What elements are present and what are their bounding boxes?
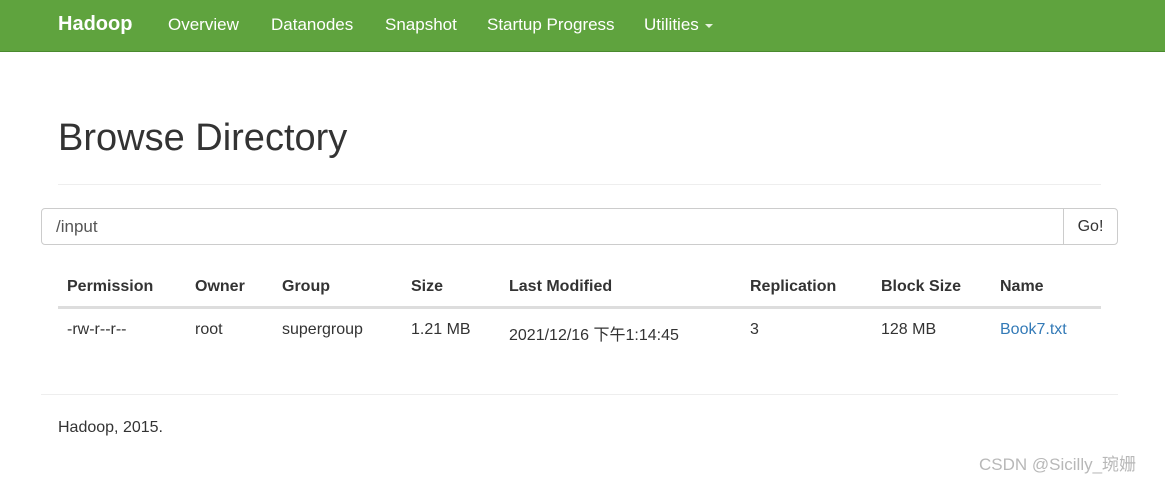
column-header-size[interactable]: Size	[411, 278, 443, 296]
nav-item-utilities[interactable]: Utilities	[644, 15, 713, 35]
chevron-down-icon	[704, 23, 713, 28]
cell-block-size: 128 MB	[881, 321, 937, 338]
nav-item-startup-progress[interactable]: Startup Progress	[487, 15, 615, 35]
cell-replication: 3	[750, 321, 759, 338]
column-header-group[interactable]: Group	[282, 278, 330, 296]
cell-size: 1.21 MB	[411, 321, 471, 338]
footer-text: Hadoop, 2015.	[58, 419, 163, 436]
watermark: CSDN @Sicilly_琬姗	[979, 455, 1137, 474]
cell-permission: -rw-r--r--	[67, 321, 127, 338]
cell-group: supergroup	[282, 321, 363, 338]
footer-divider	[41, 394, 1118, 395]
column-header-block-size[interactable]: Block Size	[881, 278, 961, 296]
table-header-divider	[58, 306, 1101, 309]
directory-path-input[interactable]	[41, 208, 1064, 245]
nav-item-overview[interactable]: Overview	[168, 15, 239, 35]
brand-link[interactable]: Hadoop	[58, 13, 132, 36]
nav-item-datanodes[interactable]: Datanodes	[271, 15, 353, 35]
page-title: Browse Directory	[58, 117, 348, 159]
file-name-link[interactable]: Book7.txt	[1000, 321, 1067, 339]
nav-item-utilities-label: Utilities	[644, 15, 699, 34]
go-button[interactable]: Go!	[1063, 208, 1118, 245]
column-header-replication[interactable]: Replication	[750, 278, 836, 296]
cell-last-modified: 2021/12/16 下午1:14:45	[509, 327, 679, 344]
column-header-name[interactable]: Name	[1000, 278, 1044, 296]
nav-item-snapshot[interactable]: Snapshot	[385, 15, 457, 35]
cell-owner: root	[195, 321, 223, 338]
column-header-owner[interactable]: Owner	[195, 278, 245, 296]
column-header-permission[interactable]: Permission	[67, 278, 153, 296]
top-navbar: Hadoop Overview Datanodes Snapshot Start…	[0, 0, 1165, 52]
title-divider	[58, 184, 1101, 185]
column-header-last-modified[interactable]: Last Modified	[509, 278, 612, 296]
